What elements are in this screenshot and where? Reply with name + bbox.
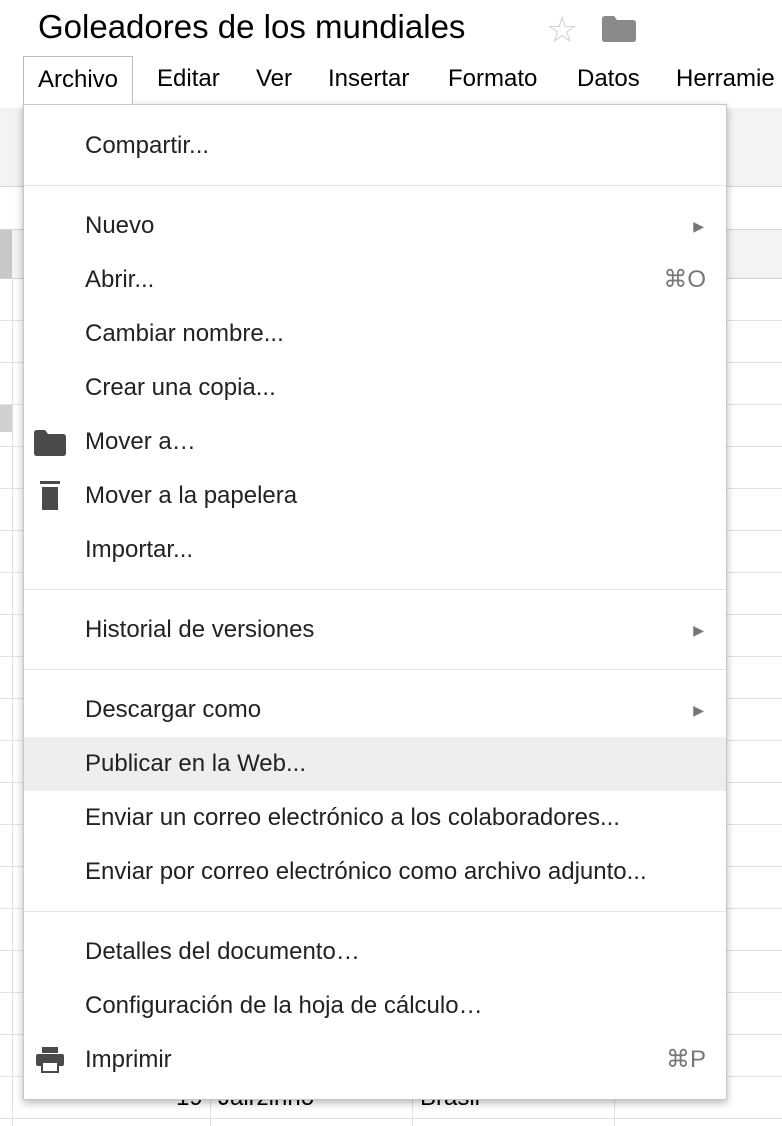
row-header-selected bbox=[0, 404, 12, 432]
menu-item-cambiar-nombre[interactable]: Cambiar nombre... bbox=[24, 307, 726, 361]
submenu-arrow-icon: ▶ bbox=[693, 218, 704, 234]
menu-item-email-colaboradores[interactable]: Enviar un correo electrónico a los colab… bbox=[24, 791, 726, 845]
menu-item-label: Mover a… bbox=[85, 428, 196, 455]
menu-formato[interactable]: Formato bbox=[434, 56, 551, 104]
menu-item-label: Historial de versiones bbox=[85, 616, 315, 643]
trash-icon bbox=[34, 479, 66, 510]
menu-separator bbox=[24, 911, 726, 912]
printer-icon bbox=[34, 1046, 66, 1074]
menu-bar: Archivo Editar Ver Insertar Formato Dato… bbox=[0, 56, 782, 104]
menu-item-compartir[interactable]: Compartir... bbox=[24, 119, 726, 173]
menu-separator bbox=[24, 185, 726, 186]
menu-item-label: Enviar por correo electrónico como archi… bbox=[85, 858, 647, 885]
menu-item-label: Imprimir bbox=[85, 1046, 172, 1073]
folder-icon bbox=[34, 428, 66, 456]
menu-ver[interactable]: Ver bbox=[242, 56, 306, 104]
menu-item-label: Enviar un correo electrónico a los colab… bbox=[85, 804, 620, 831]
menu-item-configuracion[interactable]: Configuración de la hoja de cálculo… bbox=[24, 979, 726, 1033]
menu-item-historial[interactable]: Historial de versiones ▶ bbox=[24, 603, 726, 657]
submenu-arrow-icon: ▶ bbox=[693, 622, 704, 638]
folder-icon[interactable] bbox=[602, 16, 636, 47]
menu-item-imprimir[interactable]: Imprimir ⌘P bbox=[24, 1033, 726, 1087]
menu-item-publicar[interactable]: Publicar en la Web... bbox=[24, 737, 726, 791]
submenu-arrow-icon: ▶ bbox=[693, 702, 704, 718]
menu-archivo[interactable]: Archivo bbox=[23, 56, 134, 104]
grid-line bbox=[12, 278, 13, 1126]
file-menu-dropdown: Compartir... Nuevo ▶ Abrir... ⌘O Cambiar… bbox=[23, 104, 727, 1100]
menu-item-email-adjunto[interactable]: Enviar por correo electrónico como archi… bbox=[24, 845, 726, 899]
menu-item-abrir[interactable]: Abrir... ⌘O bbox=[24, 253, 726, 307]
menu-separator bbox=[24, 669, 726, 670]
shortcut-text: ⌘P bbox=[665, 1046, 706, 1073]
menu-herramientas[interactable]: Herramie bbox=[662, 56, 782, 104]
menu-item-crear-copia[interactable]: Crear una copia... bbox=[24, 361, 726, 415]
shortcut-text: ⌘O bbox=[663, 266, 706, 293]
star-icon[interactable]: ☆ bbox=[546, 10, 578, 50]
menu-item-label: Compartir... bbox=[85, 132, 210, 159]
menu-editar[interactable]: Editar bbox=[143, 56, 234, 104]
document-title[interactable]: Goleadores de los mundiales bbox=[38, 8, 465, 46]
menu-item-label: Cambiar nombre... bbox=[85, 320, 284, 347]
menu-item-label: Crear una copia... bbox=[85, 374, 276, 401]
menu-item-label: Publicar en la Web... bbox=[85, 750, 307, 777]
menu-item-label: Mover a la papelera bbox=[85, 482, 298, 509]
menu-datos[interactable]: Datos bbox=[563, 56, 654, 104]
menu-item-descargar[interactable]: Descargar como ▶ bbox=[24, 683, 726, 737]
menu-item-papelera[interactable]: Mover a la papelera bbox=[24, 469, 726, 523]
menu-item-mover-a[interactable]: Mover a… bbox=[24, 415, 726, 469]
menu-item-label: Detalles del documento… bbox=[85, 938, 360, 965]
row-header-corner bbox=[0, 230, 12, 278]
menu-item-nuevo[interactable]: Nuevo ▶ bbox=[24, 199, 726, 253]
menu-item-label: Descargar como bbox=[85, 696, 262, 723]
menu-insertar[interactable]: Insertar bbox=[314, 56, 423, 104]
menu-item-label: Importar... bbox=[85, 536, 194, 563]
menu-item-label: Nuevo bbox=[85, 212, 155, 239]
menu-item-importar[interactable]: Importar... bbox=[24, 523, 726, 577]
menu-separator bbox=[24, 589, 726, 590]
menu-item-detalles[interactable]: Detalles del documento… bbox=[24, 925, 726, 979]
menu-item-label: Abrir... bbox=[85, 266, 155, 293]
menu-item-label: Configuración de la hoja de cálculo… bbox=[85, 992, 483, 1019]
